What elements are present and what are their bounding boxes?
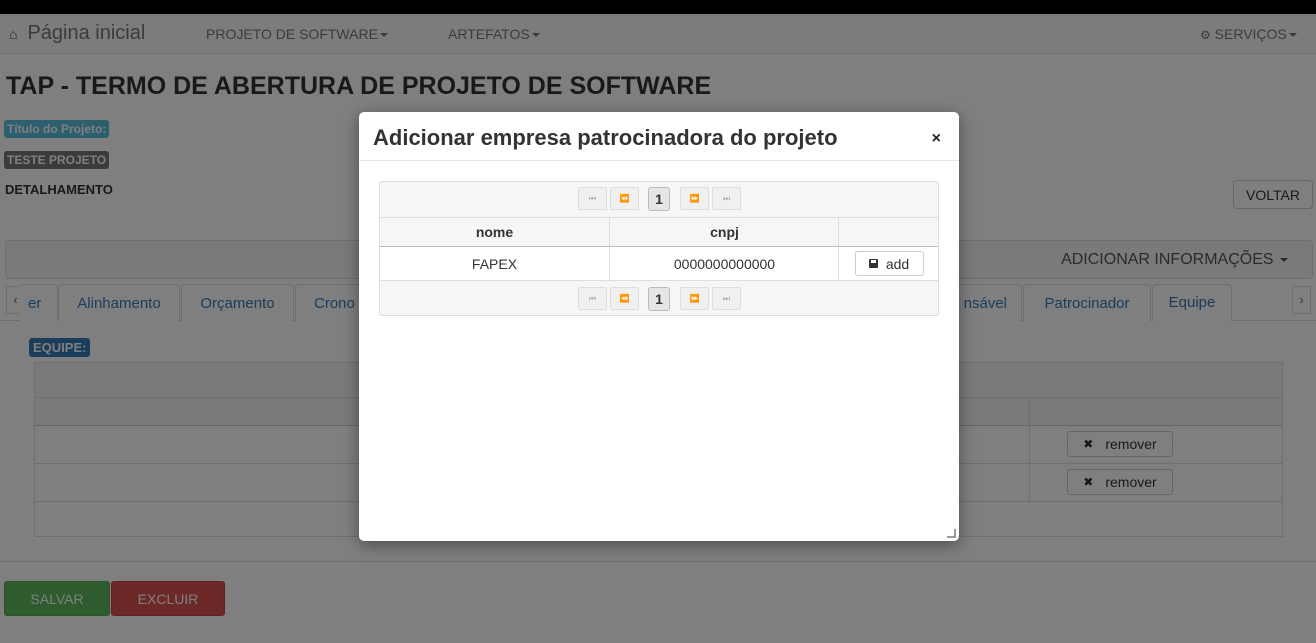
cell-cnpj: 0000000000000: [673, 255, 776, 272]
grid-header-row: nome cnpj: [380, 217, 938, 247]
add-button[interactable]: add: [854, 251, 924, 276]
column-header-nome[interactable]: nome: [380, 218, 609, 246]
prev-page-icon[interactable]: ⏪: [610, 187, 639, 210]
grid-pager-top: ⏮ ⏪ 1 ⏩ ⏭: [380, 182, 938, 216]
next-page-icon[interactable]: ⏩: [680, 187, 709, 210]
cell-action: add: [839, 247, 939, 280]
last-page-icon[interactable]: ⏭: [712, 187, 741, 210]
sponsor-company-modal: Adicionar empresa patrocinadora do proje…: [359, 112, 959, 541]
page-number[interactable]: 1: [648, 287, 670, 311]
company-grid: ⏮ ⏪ 1 ⏩ ⏭ nome cnpj FAPEX 0000000000000 …: [379, 181, 939, 316]
table-row: FAPEX 0000000000000 add: [380, 247, 938, 281]
column-header-action: [839, 218, 939, 246]
first-page-icon[interactable]: ⏮: [578, 287, 607, 310]
save-icon: [868, 259, 878, 268]
close-icon[interactable]: ×: [932, 130, 941, 148]
grid-pager-bottom: ⏮ ⏪ 1 ⏩ ⏭: [380, 282, 938, 316]
page-number[interactable]: 1: [648, 187, 670, 211]
cell-nome: FAPEX: [471, 255, 518, 272]
add-label: add: [885, 255, 910, 272]
prev-page-icon[interactable]: ⏪: [610, 287, 639, 310]
next-page-icon[interactable]: ⏩: [680, 287, 709, 310]
last-page-icon[interactable]: ⏭: [712, 287, 741, 310]
modal-title: Adicionar empresa patrocinadora do proje…: [373, 125, 838, 150]
column-header-cnpj[interactable]: cnpj: [610, 218, 839, 246]
first-page-icon[interactable]: ⏮: [578, 187, 607, 210]
divider: [359, 160, 959, 161]
resize-handle-icon[interactable]: [947, 529, 956, 538]
